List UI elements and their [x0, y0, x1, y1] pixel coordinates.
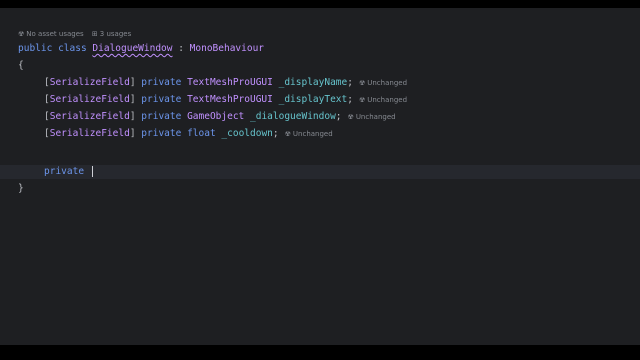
open-brace-line[interactable]: {	[18, 59, 24, 73]
unchanged-hint[interactable]: ☢ Unchanged	[348, 113, 396, 121]
field-type: TextMeshProUGUI	[187, 77, 273, 88]
semicolon: ;	[272, 128, 279, 139]
class-name[interactable]: DialogueWindow	[92, 43, 172, 54]
unity-usage-icon: ☢	[284, 130, 291, 138]
field-name: _cooldown	[221, 128, 273, 139]
field-name: _dialogueWindow	[250, 111, 336, 122]
unchanged-hint[interactable]: ☢ Unchanged	[359, 79, 407, 87]
open-brace: {	[18, 60, 24, 71]
editor-frame: ☢ No asset usages ⊞ 3 usages public class …	[0, 8, 640, 345]
attribute-name: SerializeField	[49, 111, 130, 122]
unchanged-label: Unchanged	[355, 113, 396, 121]
unity-usage-icon: ☢	[18, 30, 25, 38]
field-line[interactable]: [SerializeField] private TextMeshProUGUI…	[44, 76, 407, 90]
attr-bracket: ]	[129, 94, 136, 105]
text-caret	[91, 166, 93, 177]
close-brace: }	[18, 183, 24, 194]
keyword-private: private	[141, 111, 182, 122]
field-type: TextMeshProUGUI	[187, 94, 273, 105]
code-vision-hint[interactable]: ☢ No asset usages ⊞ 3 usages	[18, 30, 131, 38]
base-class[interactable]: MonoBehaviour	[190, 43, 264, 54]
attribute-name: SerializeField	[49, 128, 130, 139]
unchanged-label: Unchanged	[367, 96, 408, 104]
field-name: _displayName	[278, 77, 348, 88]
keyword-public: public	[18, 43, 53, 54]
unchanged-hint[interactable]: ☢ Unchanged	[285, 130, 333, 138]
colon: :	[172, 43, 190, 54]
keyword-private: private	[141, 77, 182, 88]
field-type: GameObject	[187, 111, 245, 122]
field-line[interactable]: [SerializeField] private GameObject _dia…	[44, 110, 396, 124]
unity-usage-icon: ☢	[347, 113, 354, 121]
attr-bracket: ]	[129, 128, 136, 139]
keyword-private: private	[44, 166, 85, 177]
current-line-highlight	[0, 165, 640, 179]
semicolon: ;	[347, 94, 353, 105]
field-name: _displayText	[278, 94, 348, 105]
keyword-private: private	[141, 128, 182, 139]
keyword-private: private	[141, 94, 182, 105]
unchanged-label: Unchanged	[367, 79, 408, 87]
semicolon: ;	[347, 77, 353, 88]
unchanged-label: Unchanged	[292, 130, 333, 138]
semicolon: ;	[335, 111, 342, 122]
class-declaration-line[interactable]: public class DialogueWindow : MonoBehavi…	[18, 42, 264, 56]
attribute-name: SerializeField	[49, 77, 130, 88]
unity-usage-icon: ☢	[358, 79, 366, 87]
usages-count-label[interactable]: 3 usages	[100, 30, 131, 38]
close-brace-line[interactable]: }	[18, 182, 24, 196]
typing-line[interactable]: private	[44, 165, 93, 179]
usages-count-icon: ⊞	[91, 30, 98, 38]
keyword-class: class	[58, 43, 87, 54]
no-asset-usages-label[interactable]: No asset usages	[26, 30, 83, 38]
unchanged-hint[interactable]: ☢ Unchanged	[359, 96, 407, 104]
attr-bracket: ]	[129, 77, 136, 88]
field-type: float	[187, 128, 216, 139]
field-line[interactable]: [SerializeField] private TextMeshProUGUI…	[44, 93, 407, 107]
unity-usage-icon: ☢	[358, 96, 366, 104]
attr-bracket: ]	[129, 111, 136, 122]
field-line[interactable]: [SerializeField] private float _cooldown…	[44, 127, 333, 141]
attribute-name: SerializeField	[49, 94, 130, 105]
